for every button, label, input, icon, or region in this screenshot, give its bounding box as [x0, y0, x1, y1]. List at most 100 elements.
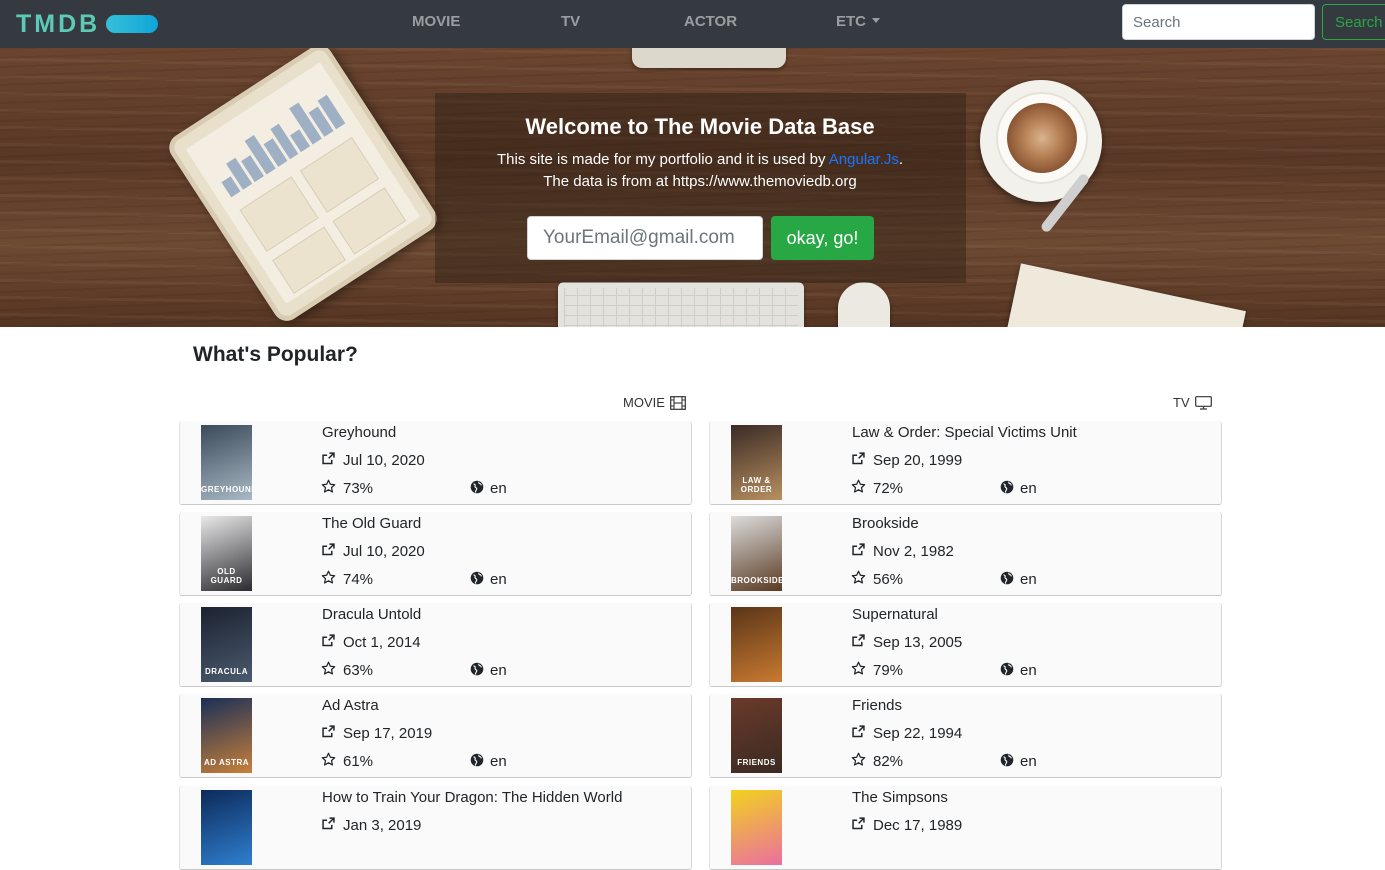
- tv-poster[interactable]: FRIENDS: [731, 698, 782, 773]
- angularjs-link[interactable]: Angular.Js: [829, 151, 899, 168]
- poster-caption: FRIENDS: [737, 758, 776, 767]
- brand-logo[interactable]: TMDB: [16, 9, 159, 39]
- release-date: Dec 17, 1989: [873, 817, 963, 834]
- tv-title[interactable]: Friends: [852, 697, 902, 714]
- globe-icon: [470, 753, 484, 767]
- star-icon: [321, 479, 336, 494]
- email-input[interactable]: [527, 216, 763, 260]
- hero-line1-prefix: This site is made for my portfolio and i…: [496, 151, 829, 168]
- movie-card[interactable]: AD ASTRA Ad Astra Sep 17, 2019 61% en: [179, 694, 692, 778]
- rating-value: 73%: [343, 480, 374, 497]
- tv-title[interactable]: Brookside: [852, 515, 919, 532]
- movie-poster[interactable]: GREYHOUND: [201, 425, 252, 500]
- movie-card[interactable]: DRACULA Dracula Untold Oct 1, 2014 63% en: [179, 603, 692, 687]
- tv-poster[interactable]: [731, 607, 782, 682]
- hero-description: This site is made for my portfolio and i…: [0, 151, 1385, 168]
- release-date: Oct 1, 2014: [343, 634, 421, 651]
- poster-caption: OLD GUARD: [210, 567, 243, 585]
- language-value: en: [490, 571, 507, 588]
- movie-card[interactable]: GREYHOUND Greyhound Jul 10, 2020 73% en: [179, 421, 692, 505]
- nav-movie[interactable]: MOVIE: [412, 13, 460, 30]
- movie-card[interactable]: OLD GUARD The Old Guard Jul 10, 2020 74% en: [179, 512, 692, 596]
- brand-text[interactable]: TMDB: [16, 10, 100, 39]
- release-date-icon: [851, 724, 866, 739]
- poster-caption: AD ASTRA: [203, 758, 250, 767]
- globe-icon: [470, 571, 484, 585]
- language-value: en: [490, 480, 507, 497]
- release-date-icon: [851, 816, 866, 831]
- navbar: TMDB MOVIE TV ACTOR ETC Search: [0, 0, 1385, 48]
- hero-line1-suffix: .: [898, 151, 904, 168]
- language-value: en: [1020, 662, 1037, 679]
- hero-title: Welcome to The Movie Data Base: [525, 114, 875, 139]
- tv-title[interactable]: Law & Order: Special Victims Unit: [852, 424, 1077, 441]
- release-date: Nov 2, 1982: [873, 543, 954, 560]
- tv-title[interactable]: The Simpsons: [852, 789, 948, 806]
- nav-etc-dropdown[interactable]: ETC: [836, 13, 880, 30]
- tv-poster[interactable]: BROOKSIDE: [731, 516, 782, 591]
- rating-value: 63%: [343, 662, 374, 679]
- poster-caption: LAW & ORDER: [740, 476, 773, 494]
- tv-title[interactable]: Supernatural: [852, 606, 938, 623]
- star-icon: [851, 570, 866, 585]
- release-date: Jul 10, 2020: [343, 452, 425, 469]
- movie-column-label: MOVIE: [623, 395, 665, 410]
- release-date-icon: [321, 724, 336, 739]
- search-button[interactable]: Search: [1322, 4, 1385, 40]
- caret-down-icon: [872, 18, 880, 23]
- release-date-icon: [321, 816, 336, 831]
- release-date: Sep 13, 2005: [873, 634, 963, 651]
- star-icon: [321, 661, 336, 676]
- release-date-icon: [851, 451, 866, 466]
- language-value: en: [1020, 480, 1037, 497]
- film-icon: [670, 395, 686, 410]
- tv-poster[interactable]: LAW & ORDER: [731, 425, 782, 500]
- movie-poster[interactable]: DRACULA: [201, 607, 252, 682]
- movie-title[interactable]: Ad Astra: [322, 697, 379, 714]
- tv-card[interactable]: The Simpsons Dec 17, 1989: [709, 786, 1222, 870]
- globe-icon: [1000, 571, 1014, 585]
- star-icon: [851, 479, 866, 494]
- release-date-icon: [851, 542, 866, 557]
- globe-icon: [470, 480, 484, 494]
- release-date-icon: [321, 542, 336, 557]
- poster-caption: DRACULA: [204, 667, 249, 676]
- movie-title[interactable]: Greyhound: [322, 424, 396, 441]
- movie-column-header: MOVIE: [623, 395, 686, 410]
- tv-card[interactable]: Supernatural Sep 13, 2005 79% en: [709, 603, 1222, 687]
- release-date-icon: [321, 451, 336, 466]
- language-value: en: [1020, 753, 1037, 770]
- hero-banner: Welcome to The Movie Data Base This site…: [0, 48, 1385, 327]
- release-date: Sep 20, 1999: [873, 452, 963, 469]
- tv-poster[interactable]: [731, 790, 782, 865]
- tv-card[interactable]: BROOKSIDE Brookside Nov 2, 1982 56% en: [709, 512, 1222, 596]
- release-date: Jan 3, 2019: [343, 817, 422, 834]
- hero-data-source: The data is from at https://www.themovie…: [543, 173, 857, 190]
- movie-poster[interactable]: [201, 790, 252, 865]
- globe-icon: [1000, 480, 1014, 494]
- movie-title[interactable]: The Old Guard: [322, 515, 421, 532]
- movie-poster[interactable]: OLD GUARD: [201, 516, 252, 591]
- rating-value: 74%: [343, 571, 374, 588]
- popular-heading: What's Popular?: [193, 343, 358, 366]
- nav-etc-label: ETC: [836, 13, 866, 30]
- nav-tv[interactable]: TV: [561, 13, 580, 30]
- tv-card[interactable]: FRIENDS Friends Sep 22, 1994 82% en: [709, 694, 1222, 778]
- movie-card[interactable]: How to Train Your Dragon: The Hidden Wor…: [179, 786, 692, 870]
- okay-go-button[interactable]: okay, go!: [771, 216, 874, 260]
- tv-column-header: TV: [1173, 395, 1212, 410]
- globe-icon: [1000, 662, 1014, 676]
- poster-caption: BROOKSIDE: [731, 576, 782, 585]
- movie-title[interactable]: Dracula Untold: [322, 606, 421, 623]
- search-input[interactable]: [1122, 4, 1315, 40]
- nav-actor[interactable]: ACTOR: [684, 13, 737, 30]
- movie-title[interactable]: How to Train Your Dragon: The Hidden Wor…: [322, 789, 622, 806]
- star-icon: [851, 661, 866, 676]
- star-icon: [321, 752, 336, 767]
- release-date-icon: [321, 633, 336, 648]
- poster-caption: GREYHOUND: [201, 485, 252, 494]
- rating-value: 56%: [873, 571, 904, 588]
- language-value: en: [490, 753, 507, 770]
- movie-poster[interactable]: AD ASTRA: [201, 698, 252, 773]
- tv-card[interactable]: LAW & ORDER Law & Order: Special Victims …: [709, 421, 1222, 505]
